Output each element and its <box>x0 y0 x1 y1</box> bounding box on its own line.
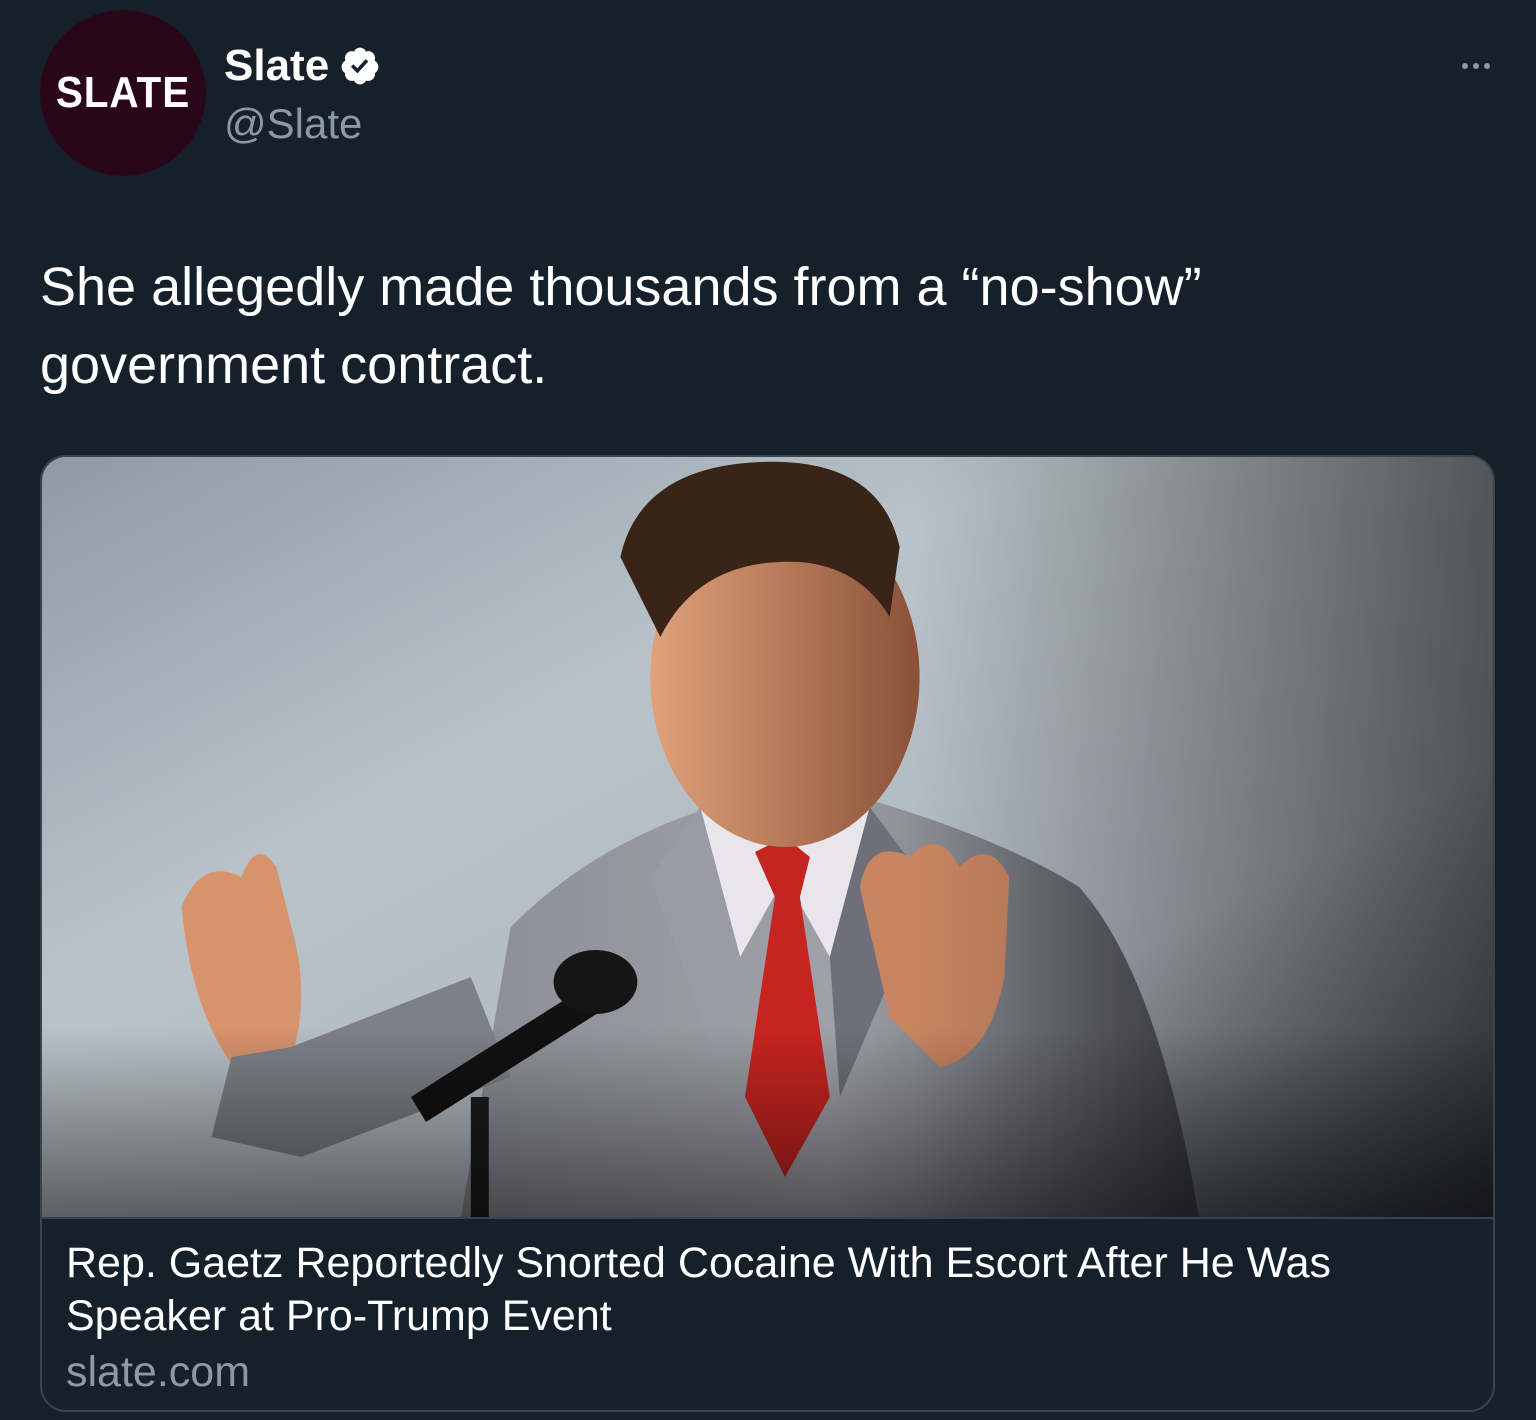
avatar[interactable]: SLATE <box>40 10 206 176</box>
author-name-row: Slate <box>224 38 381 94</box>
avatar-logo-text: SLATE <box>55 68 191 117</box>
link-card[interactable]: Rep. Gaetz Reportedly Snorted Cocaine Wi… <box>40 455 1495 1412</box>
card-divider <box>42 1217 1493 1219</box>
more-options-button[interactable] <box>1444 44 1508 88</box>
display-name[interactable]: Slate <box>224 38 329 94</box>
more-options-icon <box>1462 63 1468 69</box>
card-domain: slate.com <box>66 1348 251 1396</box>
card-title[interactable]: Rep. Gaetz Reportedly Snorted Cocaine Wi… <box>66 1237 1446 1343</box>
tweet-text: She allegedly made thousands from a “no-… <box>40 257 1202 395</box>
card-image <box>42 457 1493 1217</box>
more-options-icon-dot <box>1473 63 1479 69</box>
tweet: SLATE Slate @Slate She allegedly made th… <box>0 0 1536 1420</box>
user-handle[interactable]: @Slate <box>224 96 362 152</box>
verified-badge-icon <box>341 47 379 85</box>
more-options-icon-dot <box>1484 63 1490 69</box>
